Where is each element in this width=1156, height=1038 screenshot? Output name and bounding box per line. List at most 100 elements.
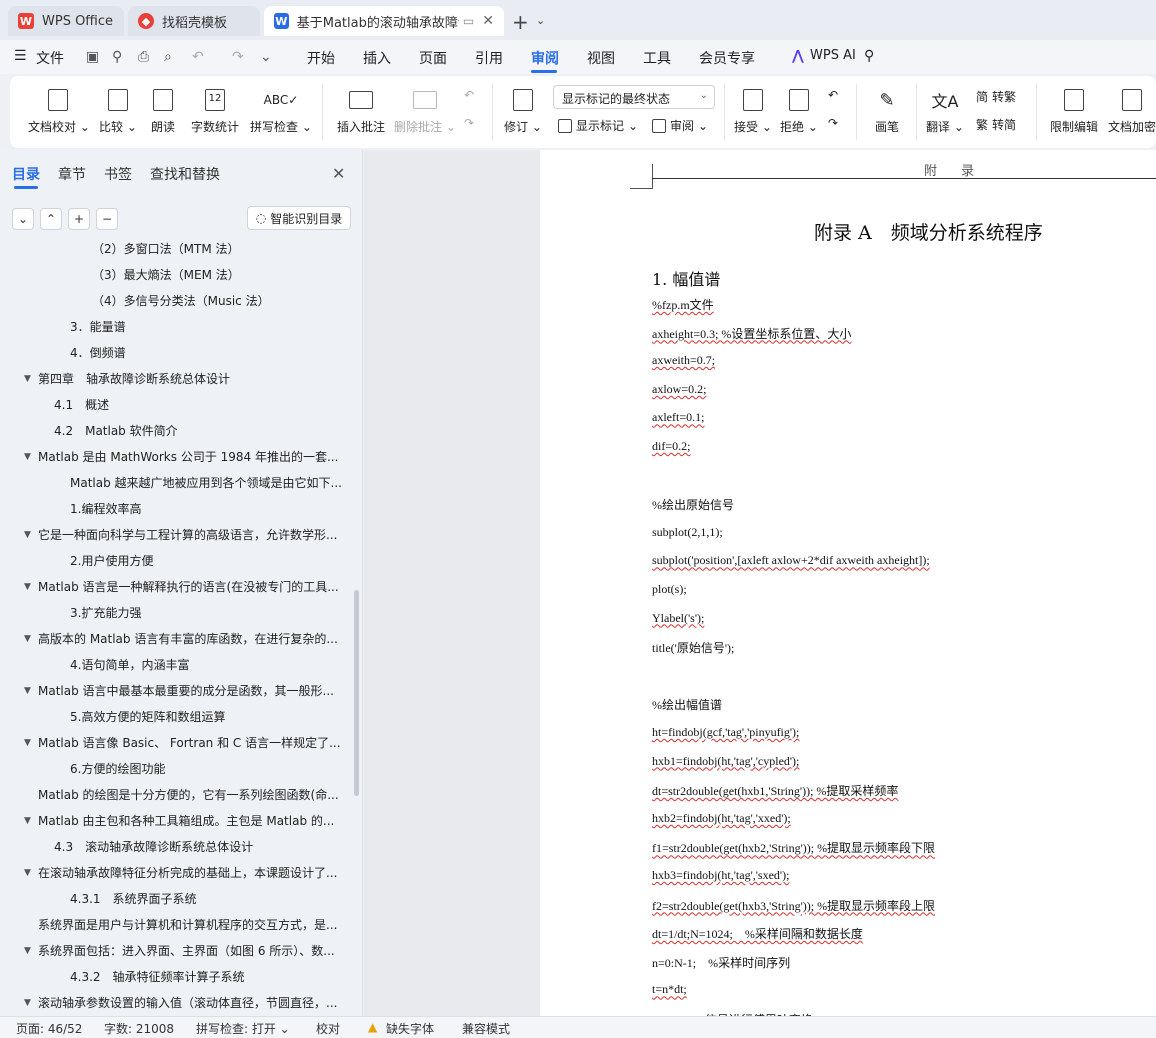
toc-item[interactable]: 1.编程效率高 xyxy=(70,500,344,518)
status-missing-font[interactable]: 缺失字体 xyxy=(386,1020,434,1037)
new-tab-plus-icon[interactable]: + xyxy=(512,10,529,34)
toc-expand-arrow-icon[interactable]: ▼ xyxy=(24,370,31,388)
wps-ai-icon[interactable]: ⋀ xyxy=(792,48,804,64)
menu-review[interactable]: 审阅 xyxy=(531,48,559,68)
toc-item[interactable]: （4）多信号分类法（Music 法） xyxy=(92,292,344,310)
toc-expand-arrow-icon[interactable]: ▼ xyxy=(24,682,31,700)
toc-item[interactable]: Matlab 越来越广地被应用到各个领域是由它如下... xyxy=(70,474,344,492)
menu-file[interactable]: 文件 xyxy=(36,48,64,68)
reject-button[interactable]: 拒绝 ⌄ xyxy=(780,86,818,135)
toc-expand-arrow-icon[interactable]: ▼ xyxy=(24,942,31,960)
toc-item[interactable]: 4.3 滚动轴承故障诊断系统总体设计 xyxy=(54,838,344,856)
tab-wps-office[interactable]: W WPS Office xyxy=(8,6,124,36)
toc-item[interactable]: 4.3.2 轴承特征频率计算子系统 xyxy=(70,968,344,986)
toc-expand-arrow-icon[interactable]: ▼ xyxy=(24,812,31,830)
collapse-chevron-down-icon[interactable]: ⌄ xyxy=(12,208,34,230)
save-icon[interactable]: ▣ xyxy=(86,49,99,65)
toc-expand-arrow-icon[interactable]: ▼ xyxy=(24,630,31,648)
word-count-button[interactable]: 12 字数统计 xyxy=(188,86,242,135)
restrict-edit-button[interactable]: 限制编辑 xyxy=(1046,86,1102,135)
status-proof[interactable]: 校对 xyxy=(316,1020,340,1037)
toc-expand-arrow-icon[interactable]: ▼ xyxy=(24,734,31,752)
toc-item[interactable]: 5.高效方便的矩阵和数组运算 xyxy=(70,708,344,726)
toc-item[interactable]: Matlab 语言是一种解释执行的语言(在没被专门的工具... xyxy=(38,578,344,596)
status-page[interactable]: 页面: 46/52 xyxy=(16,1020,82,1037)
proofread-button[interactable]: 文档校对 ⌄ xyxy=(28,86,90,135)
toc-expand-arrow-icon[interactable]: ▼ xyxy=(24,526,31,544)
menu-reference[interactable]: 引用 xyxy=(475,48,503,68)
status-compat-mode[interactable]: 兼容模式 xyxy=(462,1020,510,1037)
prev-comment-icon[interactable]: ↶ xyxy=(464,88,474,102)
document-page[interactable]: 附 录 附录 A 频域分析系统程序 1. 幅值谱 %fzp.m文件 axheigh… xyxy=(540,150,1156,1016)
pen-button[interactable]: ✎ 画笔 xyxy=(870,86,904,135)
menu-member[interactable]: 会员专享 xyxy=(699,48,755,68)
translate-button[interactable]: 文A 翻译 ⌄ xyxy=(926,86,964,135)
show-markup-button[interactable]: 显示标记 ⌄ xyxy=(558,117,638,134)
prev-change-icon[interactable]: ↶ xyxy=(828,88,838,102)
toc-item[interactable]: 第四章 轴承故障诊断系统总体设计 xyxy=(38,370,344,388)
compare-button[interactable]: 比较 ⌄ xyxy=(96,86,140,135)
menu-start[interactable]: 开始 xyxy=(307,48,335,68)
toc-expand-arrow-icon[interactable]: ▼ xyxy=(24,864,31,882)
read-aloud-button[interactable]: 朗读 xyxy=(146,86,180,135)
toc-item[interactable]: Matlab 由主包和各种工具箱组成。主包是 Matlab 的... xyxy=(38,812,344,830)
toc-item[interactable]: （2）多窗口法（MTM 法） xyxy=(92,240,344,258)
next-change-icon[interactable]: ↷ xyxy=(828,116,838,130)
toc-item[interactable]: 4.语句简单，内涵丰富 xyxy=(70,656,344,674)
toc-expand-arrow-icon[interactable]: ▼ xyxy=(24,578,31,596)
menu-hamburger-icon[interactable]: ☰ xyxy=(14,48,27,64)
toc-item[interactable]: 6.方便的绘图功能 xyxy=(70,760,344,778)
doc-encrypt-button[interactable]: 文档加密 xyxy=(1108,86,1156,135)
close-icon[interactable]: ✕ xyxy=(332,164,345,183)
markup-state-select[interactable]: 显示标记的最终状态 ⌄ xyxy=(553,85,715,109)
menu-page[interactable]: 页面 xyxy=(419,48,447,68)
toc-item[interactable]: （3）最大熵法（MEM 法） xyxy=(92,266,344,284)
remove-heading-minus-icon[interactable]: − xyxy=(96,208,118,230)
next-comment-icon[interactable]: ↷ xyxy=(464,116,474,130)
menu-tools[interactable]: 工具 xyxy=(643,48,671,68)
nav-tab-chapter[interactable]: 章节 xyxy=(58,164,86,184)
toc-item[interactable]: Matlab 语言像 Basic、 Fortran 和 C 语言一样规定了... xyxy=(38,734,344,752)
toc-item[interactable]: 系统界面包括：进入界面、主界面（如图 6 所示）、数... xyxy=(38,942,344,960)
toc-item[interactable]: 它是一种面向科学与工程计算的高级语言，允许数学形... xyxy=(38,526,344,544)
toc-item[interactable]: 3.扩充能力强 xyxy=(70,604,344,622)
toc-item[interactable]: 高版本的 Matlab 语言有丰富的库函数，在进行复杂的... xyxy=(38,630,344,648)
chevron-up-icon[interactable]: ⌃ xyxy=(40,208,62,230)
close-tab-icon[interactable]: ✕ xyxy=(482,13,494,29)
toc-item[interactable]: 3．能量谱 xyxy=(70,318,344,336)
search-icon[interactable]: ⚲ xyxy=(864,48,874,64)
toc-item[interactable]: 4.2 Matlab 软件简介 xyxy=(54,422,344,440)
toc-item[interactable]: 在滚动轴承故障特征分析完成的基础上，本课题设计了... xyxy=(38,864,344,882)
toc-expand-arrow-icon[interactable]: ▼ xyxy=(24,448,31,466)
undo-icon[interactable]: ↶ xyxy=(192,49,204,65)
tab-template[interactable]: ◆ 找稻壳模板 xyxy=(128,6,260,36)
add-heading-plus-icon[interactable]: + xyxy=(68,208,90,230)
nav-scrollbar[interactable] xyxy=(354,590,359,796)
status-word-count[interactable]: 字数: 21008 xyxy=(104,1020,174,1037)
tab-document[interactable]: W 基于Matlab的滚动轴承故障诊 ▭ ✕ xyxy=(264,6,504,36)
toc-item[interactable]: Matlab 的绘图是十分方便的，它有一系列绘图函数(命... xyxy=(38,786,344,804)
toc-item[interactable]: Matlab 语言中最基本最重要的成分是函数，其一般形... xyxy=(38,682,344,700)
nav-tab-bookmark[interactable]: 书签 xyxy=(104,164,132,184)
menu-insert[interactable]: 插入 xyxy=(363,48,391,68)
toc-item[interactable]: Matlab 是由 MathWorks 公司于 1984 年推出的一套... xyxy=(38,448,344,466)
menu-wps-ai[interactable]: WPS AI xyxy=(810,48,856,63)
toc-expand-arrow-icon[interactable]: ▼ xyxy=(24,994,31,1012)
status-spell-check[interactable]: 拼写检查: 打开 ⌄ xyxy=(196,1020,290,1037)
accept-button[interactable]: 接受 ⌄ xyxy=(734,86,772,135)
toc-item[interactable]: 系统界面是用户与计算机和计算机程序的交互方式，是... xyxy=(38,916,344,934)
new-tab-chevron-icon[interactable]: ⌄ xyxy=(536,14,545,27)
to-traditional-button[interactable]: 简 转繁 xyxy=(976,88,1016,105)
spell-check-button[interactable]: ABC✓ 拼写检查 ⌄ xyxy=(250,86,312,135)
toc-item[interactable]: 4.3.1 系统界面子系统 xyxy=(70,890,344,908)
toc-item[interactable]: 4.1 概述 xyxy=(54,396,344,414)
print-icon[interactable]: ⎙ xyxy=(138,49,149,65)
insert-comment-button[interactable]: 插入批注 xyxy=(334,86,388,135)
menu-view[interactable]: 视图 xyxy=(587,48,615,68)
delete-comment-button[interactable]: 删除批注 ⌄ xyxy=(394,86,456,135)
window-mode-icon[interactable]: ▭ xyxy=(463,14,474,28)
nav-tab-toc[interactable]: 目录 xyxy=(12,164,40,184)
redo-icon[interactable]: ↷ xyxy=(232,49,244,65)
link-icon[interactable]: ⚲ xyxy=(112,49,122,65)
nav-tab-find-replace[interactable]: 查找和替换 xyxy=(150,164,220,184)
